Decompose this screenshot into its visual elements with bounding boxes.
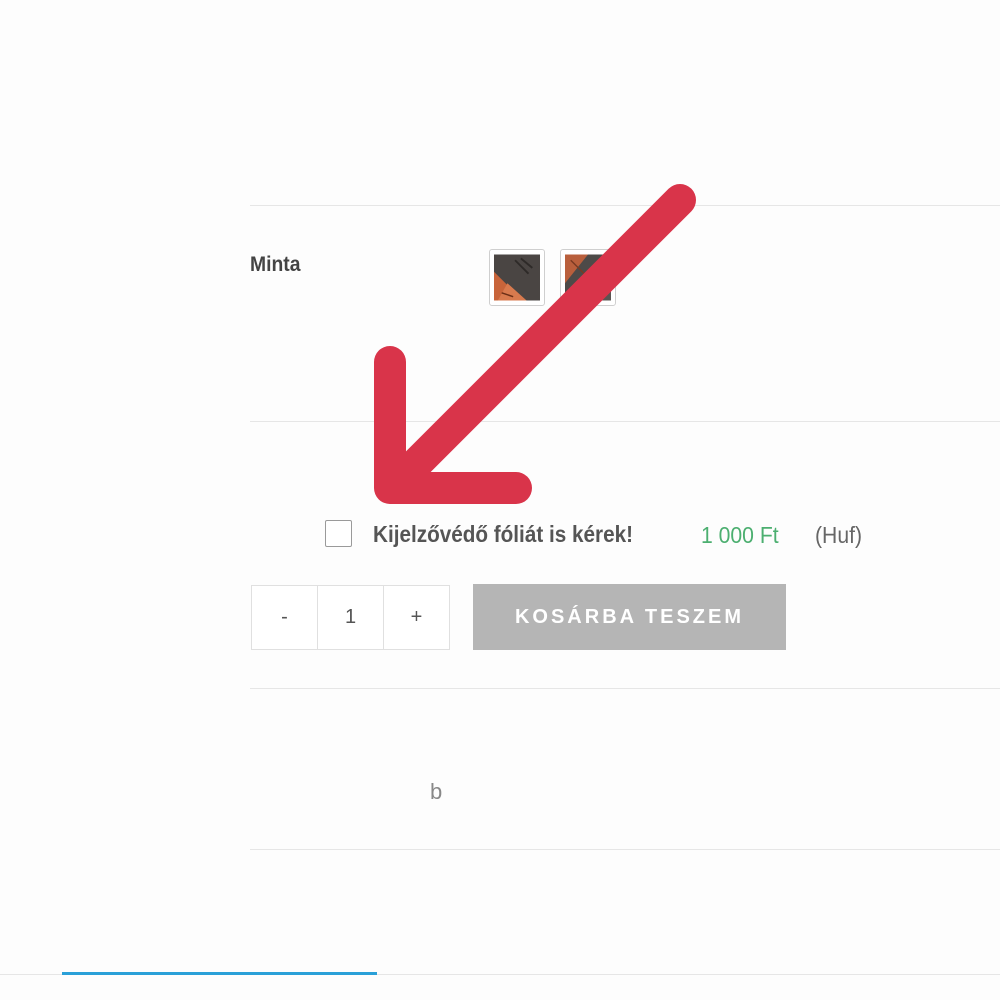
add-to-cart-button[interactable]: KOSÁRBA TESZEM	[473, 584, 786, 650]
red-arrow-annotation	[374, 184, 696, 504]
divider-top	[250, 205, 1000, 206]
quantity-stepper: - 1 +	[251, 585, 450, 650]
screen-protector-currency: (Huf)	[815, 522, 863, 548]
screen-protector-label[interactable]: Kijelzővédő fóliát is kérek!	[373, 521, 633, 548]
wood-pattern-image	[565, 254, 611, 301]
pattern-swatch-2[interactable]	[560, 249, 616, 306]
screen-protector-checkbox[interactable]	[325, 520, 352, 547]
wood-pattern-image	[494, 254, 540, 301]
divider-lower	[250, 688, 1000, 689]
divider-bottom	[250, 849, 1000, 850]
pattern-swatch-1[interactable]	[489, 249, 545, 306]
increment-button[interactable]: +	[383, 586, 449, 649]
variation-label: Minta	[250, 253, 301, 276]
screen-protector-price: 1 000 Ft	[701, 522, 779, 548]
stray-text: b	[430, 779, 443, 804]
quantity-input[interactable]: 1	[317, 586, 383, 649]
divider-middle	[250, 421, 1000, 422]
decrement-button[interactable]: -	[252, 586, 317, 649]
active-tab-indicator	[62, 972, 377, 975]
